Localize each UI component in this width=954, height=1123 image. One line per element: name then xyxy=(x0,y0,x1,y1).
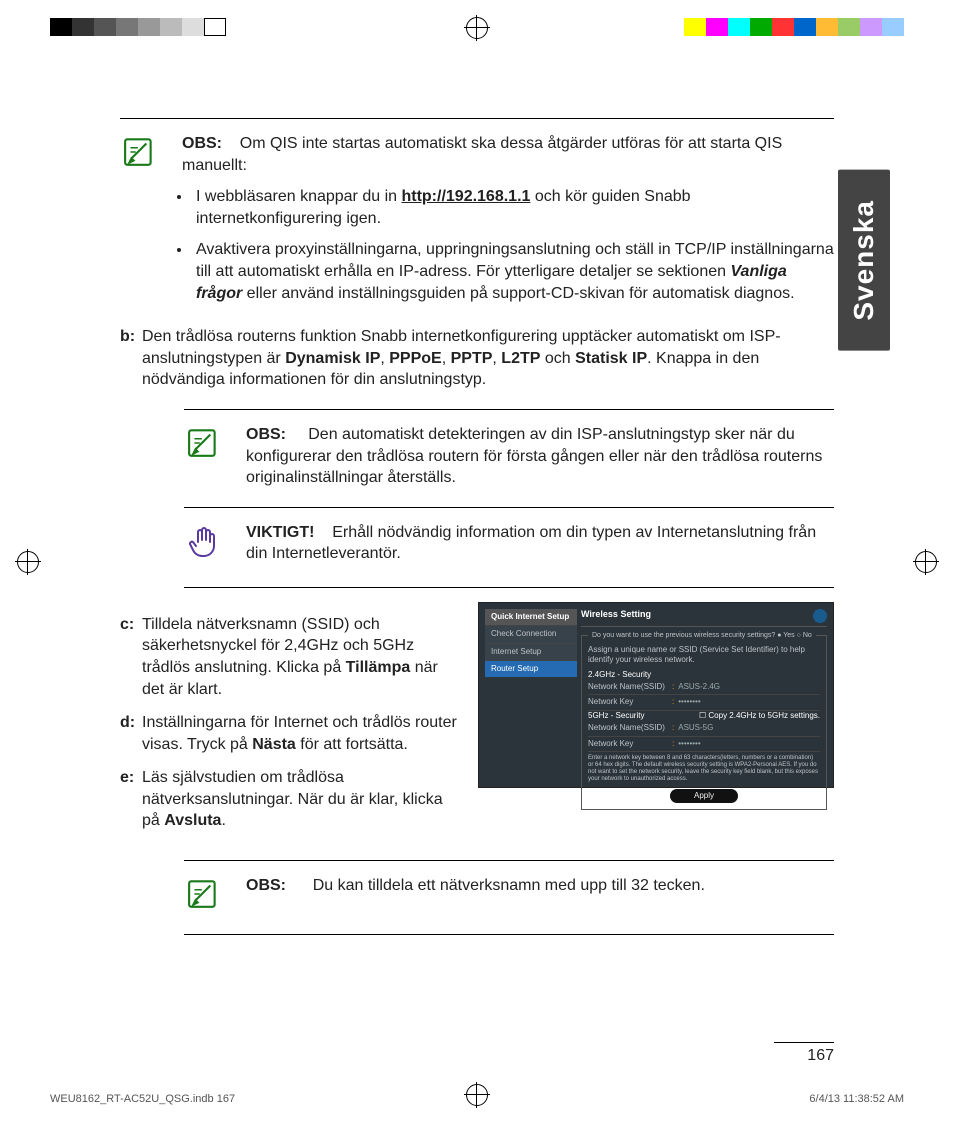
bullet-proxy-tcpip: Avaktivera proxyinställningarna, uppring… xyxy=(192,239,834,304)
step-c: c: Tilldela nätverksnamn (SSID) och säke… xyxy=(120,614,460,700)
important-label: VIKTIGT! xyxy=(246,524,314,541)
registration-mark-icon xyxy=(466,17,488,39)
divider xyxy=(184,860,834,861)
qis-step-router-setup: Router Setup xyxy=(485,660,577,677)
apply-button[interactable]: Apply xyxy=(670,789,738,803)
registration-mark-icon xyxy=(17,551,39,573)
note-label: OBS: xyxy=(182,135,222,152)
divider xyxy=(184,409,834,410)
home-icon xyxy=(813,609,827,623)
divider xyxy=(184,587,834,588)
step-label: b: xyxy=(120,326,142,391)
note-pencil-icon xyxy=(184,875,224,916)
hand-stop-icon xyxy=(184,522,224,569)
divider xyxy=(184,934,834,935)
note-pencil-icon xyxy=(120,133,160,174)
panel-title: Wireless Setting xyxy=(581,609,651,623)
imprint-timestamp: 6/4/13 11:38:52 AM xyxy=(809,1093,904,1105)
imprint-line: WEU8162_RT-AC52U_QSG.indb 167 6/4/13 11:… xyxy=(50,1093,904,1105)
qis-sidebar-header: Quick Internet Setup xyxy=(485,609,577,625)
step-b: b: Den trådlösa routerns funktion Snabb … xyxy=(120,326,834,391)
router-admin-screenshot: Quick Internet Setup Check Connection In… xyxy=(478,602,834,788)
language-tab: Svenska xyxy=(838,170,890,351)
note-label: OBS: xyxy=(246,426,286,443)
step-e: e: Läs självstudien om trådlösa nätverks… xyxy=(120,767,460,832)
qis-step-check-connection: Check Connection xyxy=(485,625,577,642)
note-label: OBS: xyxy=(246,877,286,894)
important-box: VIKTIGT! Erhåll nödvändig information om… xyxy=(184,522,834,569)
divider xyxy=(184,507,834,508)
imprint-file: WEU8162_RT-AC52U_QSG.indb 167 xyxy=(50,1093,235,1105)
registration-mark-icon xyxy=(915,551,937,573)
bullet-browser-url: I webbläsaren knappar du in http://192.1… xyxy=(192,186,834,229)
note-box-qis-manual: OBS: Om QIS inte startas automatiskt ska… xyxy=(120,133,834,314)
step-d: d: Inställningarna för Internet och tråd… xyxy=(120,712,460,755)
note-box-ssid-length: OBS: Du kan tilldela ett nätverksnamn me… xyxy=(184,875,834,916)
note-pencil-icon xyxy=(184,424,224,465)
qis-step-internet-setup: Internet Setup xyxy=(485,643,577,660)
page-number: 167 xyxy=(774,1042,834,1065)
note-intro: Om QIS inte startas automatiskt ska dess… xyxy=(182,135,782,174)
divider xyxy=(120,118,834,119)
router-url-link[interactable]: http://192.168.1.1 xyxy=(401,188,530,205)
note-box-auto-detect: OBS: Den automatiskt detekteringen av di… xyxy=(184,424,834,489)
